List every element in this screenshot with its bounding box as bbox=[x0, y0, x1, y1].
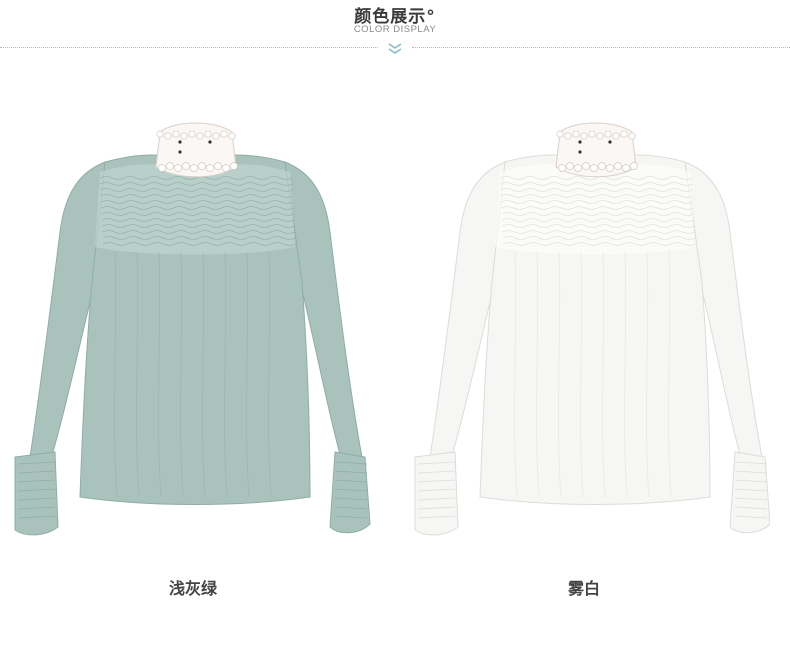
product-image-green bbox=[10, 112, 380, 552]
section-subtitle: COLOR DISPLAY bbox=[353, 24, 437, 35]
double-chevron-down-icon bbox=[388, 43, 402, 54]
section-header: 颜色展示° COLOR DISPLAY bbox=[0, 0, 790, 60]
divider-right bbox=[412, 47, 790, 48]
color-caption-green: 浅灰绿 bbox=[168, 579, 217, 598]
divider-left bbox=[0, 47, 378, 48]
product-image-white bbox=[410, 112, 770, 552]
color-caption-white: 雾白 bbox=[567, 579, 600, 598]
